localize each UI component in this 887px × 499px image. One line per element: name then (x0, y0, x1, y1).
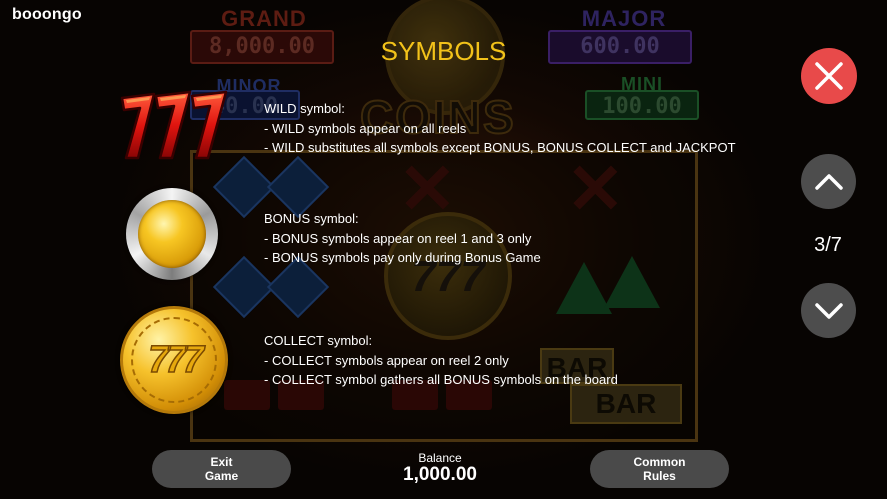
page-title: SYMBOLS (380, 36, 507, 66)
common-rules-label-line2: Rules (643, 469, 676, 483)
bonus-symbol-line: - BONUS symbols pay only during Bonus Ga… (264, 250, 541, 265)
x-symbol-icon: ✕ (566, 150, 625, 228)
bonus-symbol-line: - BONUS symbols appear on reel 1 and 3 o… (264, 230, 532, 246)
bonus-symbol-description: BONUS symbol: - BONUS symbols appear on … (264, 209, 541, 268)
close-button[interactable] (801, 48, 857, 104)
collect-symbol-line: - COLLECT symbol gathers all BONUS symbo… (264, 372, 618, 387)
previous-page-button[interactable] (801, 154, 856, 209)
bar-symbol: BAR (570, 384, 682, 424)
bonus-coin-center (138, 200, 206, 268)
wild-777-icon (120, 90, 228, 160)
wild-symbol-description: WILD symbol: - WILD symbols appear on al… (264, 99, 736, 158)
page-indicator: 3/7 (814, 234, 842, 256)
wild-symbol-line: - WILD symbols appear on all reels (264, 120, 467, 136)
jackpot-grand-title: GRAND (221, 6, 307, 31)
bonus-symbol-heading: BONUS symbol: (264, 211, 359, 226)
collect-symbol-description: COLLECT symbol: - COLLECT symbols appear… (264, 331, 618, 390)
collect-symbol-line: - COLLECT symbols appear on reel 2 only (264, 352, 509, 368)
collect-coin-sevens: 777 (148, 338, 205, 382)
chevron-down-icon (814, 302, 843, 319)
exit-game-label-line2: Game (204, 469, 239, 483)
exit-game-label-line1: Exit (210, 455, 233, 469)
common-rules-button[interactable]: Common Rules (590, 450, 729, 488)
provider-logo: booongo (12, 6, 82, 23)
next-page-button[interactable] (801, 283, 856, 338)
chevron-up-icon (814, 173, 843, 190)
common-rules-label-line1: Common (633, 455, 686, 469)
close-icon (815, 62, 843, 90)
balance-value: 1,000.00 (403, 464, 477, 485)
wild-symbol-heading: WILD symbol: (264, 101, 345, 116)
collect-symbol-heading: COLLECT symbol: (264, 333, 373, 348)
jackpot-major-title: MAJOR (581, 6, 667, 31)
collect-777-coin-icon: 777 (120, 306, 228, 414)
bonus-coin-icon (126, 188, 218, 280)
wild-symbol-line: - WILD substitutes all symbols except BO… (264, 140, 736, 155)
balance-label: Balance (418, 451, 462, 465)
exit-game-button[interactable]: Exit Game (152, 450, 291, 488)
